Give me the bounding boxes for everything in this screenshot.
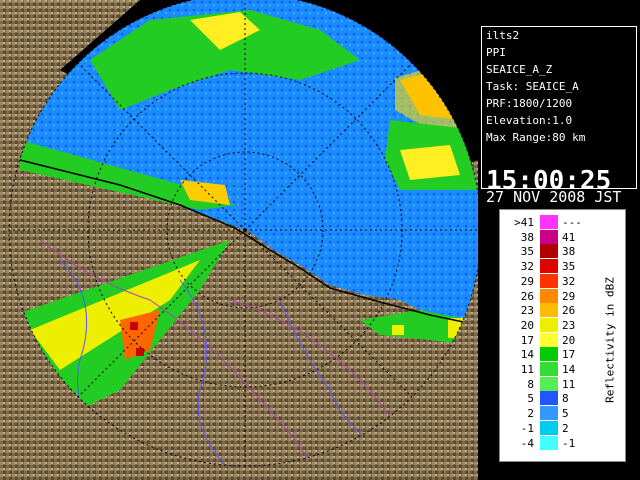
legend-color-swatch [540, 420, 558, 435]
legend-lower-bound: 29 [520, 274, 534, 288]
legend-lower-bound: 26 [520, 289, 534, 303]
task-name: Task: SEAICE_A [486, 80, 579, 93]
radar-info-panel: ilts2 PPI SEAICE_A_Z Task: SEAICE_A PRF:… [481, 26, 637, 205]
legend-color-swatch [540, 244, 558, 259]
legend-color-swatch [540, 406, 558, 421]
legend-color-swatch [540, 347, 558, 362]
legend-lower-bound: -1 [520, 421, 534, 435]
legend-color-swatch [540, 215, 558, 229]
legend-lower-bound: -4 [520, 436, 534, 450]
elevation-value: Elevation:1.0 [486, 114, 573, 127]
radar-map-svg [0, 0, 478, 480]
legend-upper-bound: 23 [562, 318, 576, 332]
radar-ppi-display[interactable] [0, 0, 478, 480]
legend-upper-bound: 2 [562, 421, 569, 435]
legend-color-swatch [540, 376, 558, 391]
legend-color-swatch [540, 288, 558, 303]
legend-lower-bound: 38 [520, 230, 534, 244]
legend-lower-bound: 11 [520, 363, 534, 376]
scan-mode: PPI [486, 46, 506, 59]
legend-color-swatch [540, 435, 558, 450]
legend-upper-bound: 32 [562, 274, 576, 288]
legend-upper-bound: 8 [562, 392, 569, 406]
scan-date: 27 NOV 2008 JST [486, 188, 622, 206]
legend-color-swatch [540, 391, 558, 406]
legend-upper-bound: 38 [562, 245, 576, 259]
legend-lower-bound: 8 [527, 377, 534, 391]
legend-lower-bound: >41 [514, 216, 534, 229]
legend-upper-bound: 26 [562, 304, 576, 318]
legend-color-swatch [540, 332, 558, 347]
legend-lower-bound: 17 [520, 333, 534, 347]
legend-color-swatch [540, 273, 558, 288]
legend-title: Reflectivity in dBZ [600, 240, 620, 440]
legend-lower-bound: 23 [520, 304, 534, 318]
legend-upper-bound: 14 [562, 363, 576, 376]
legend-upper-bound: 17 [562, 348, 576, 362]
legend-color-swatch [540, 362, 558, 376]
legend-lower-bound: 20 [520, 318, 534, 332]
legend-upper-bound: --- [562, 216, 582, 229]
legend-upper-bound: 41 [562, 230, 576, 244]
legend-color-swatch [540, 303, 558, 318]
legend-color-swatch [540, 229, 558, 244]
legend-lower-bound: 35 [520, 245, 534, 259]
station-name: ilts2 [486, 29, 520, 42]
legend-upper-bound: 20 [562, 333, 576, 347]
product-name: SEAICE_A_Z [486, 63, 553, 76]
legend-lower-bound: 5 [527, 392, 534, 406]
max-range-value: Max Range:80 km [486, 131, 586, 144]
reflectivity-legend: >41 --- 38 41 35 38 32 35 29 32 26 29 23 26 20 23 17 20 14… [499, 209, 626, 462]
legend-upper-bound: 11 [562, 377, 576, 391]
legend-upper-bound: 35 [562, 260, 576, 274]
legend-color-swatch [540, 317, 558, 332]
prf-value: PRF:1800/1200 [486, 97, 573, 110]
legend-color-swatch [540, 259, 558, 274]
legend-upper-bound: 29 [562, 289, 576, 303]
legend-upper-bound: 5 [562, 407, 569, 421]
legend-lower-bound: 32 [520, 260, 534, 274]
legend-title-text: Reflectivity in dBZ [603, 277, 617, 403]
legend-lower-bound: 14 [520, 348, 534, 362]
legend-upper-bound: -1 [562, 436, 576, 450]
legend-lower-bound: 2 [527, 407, 534, 421]
